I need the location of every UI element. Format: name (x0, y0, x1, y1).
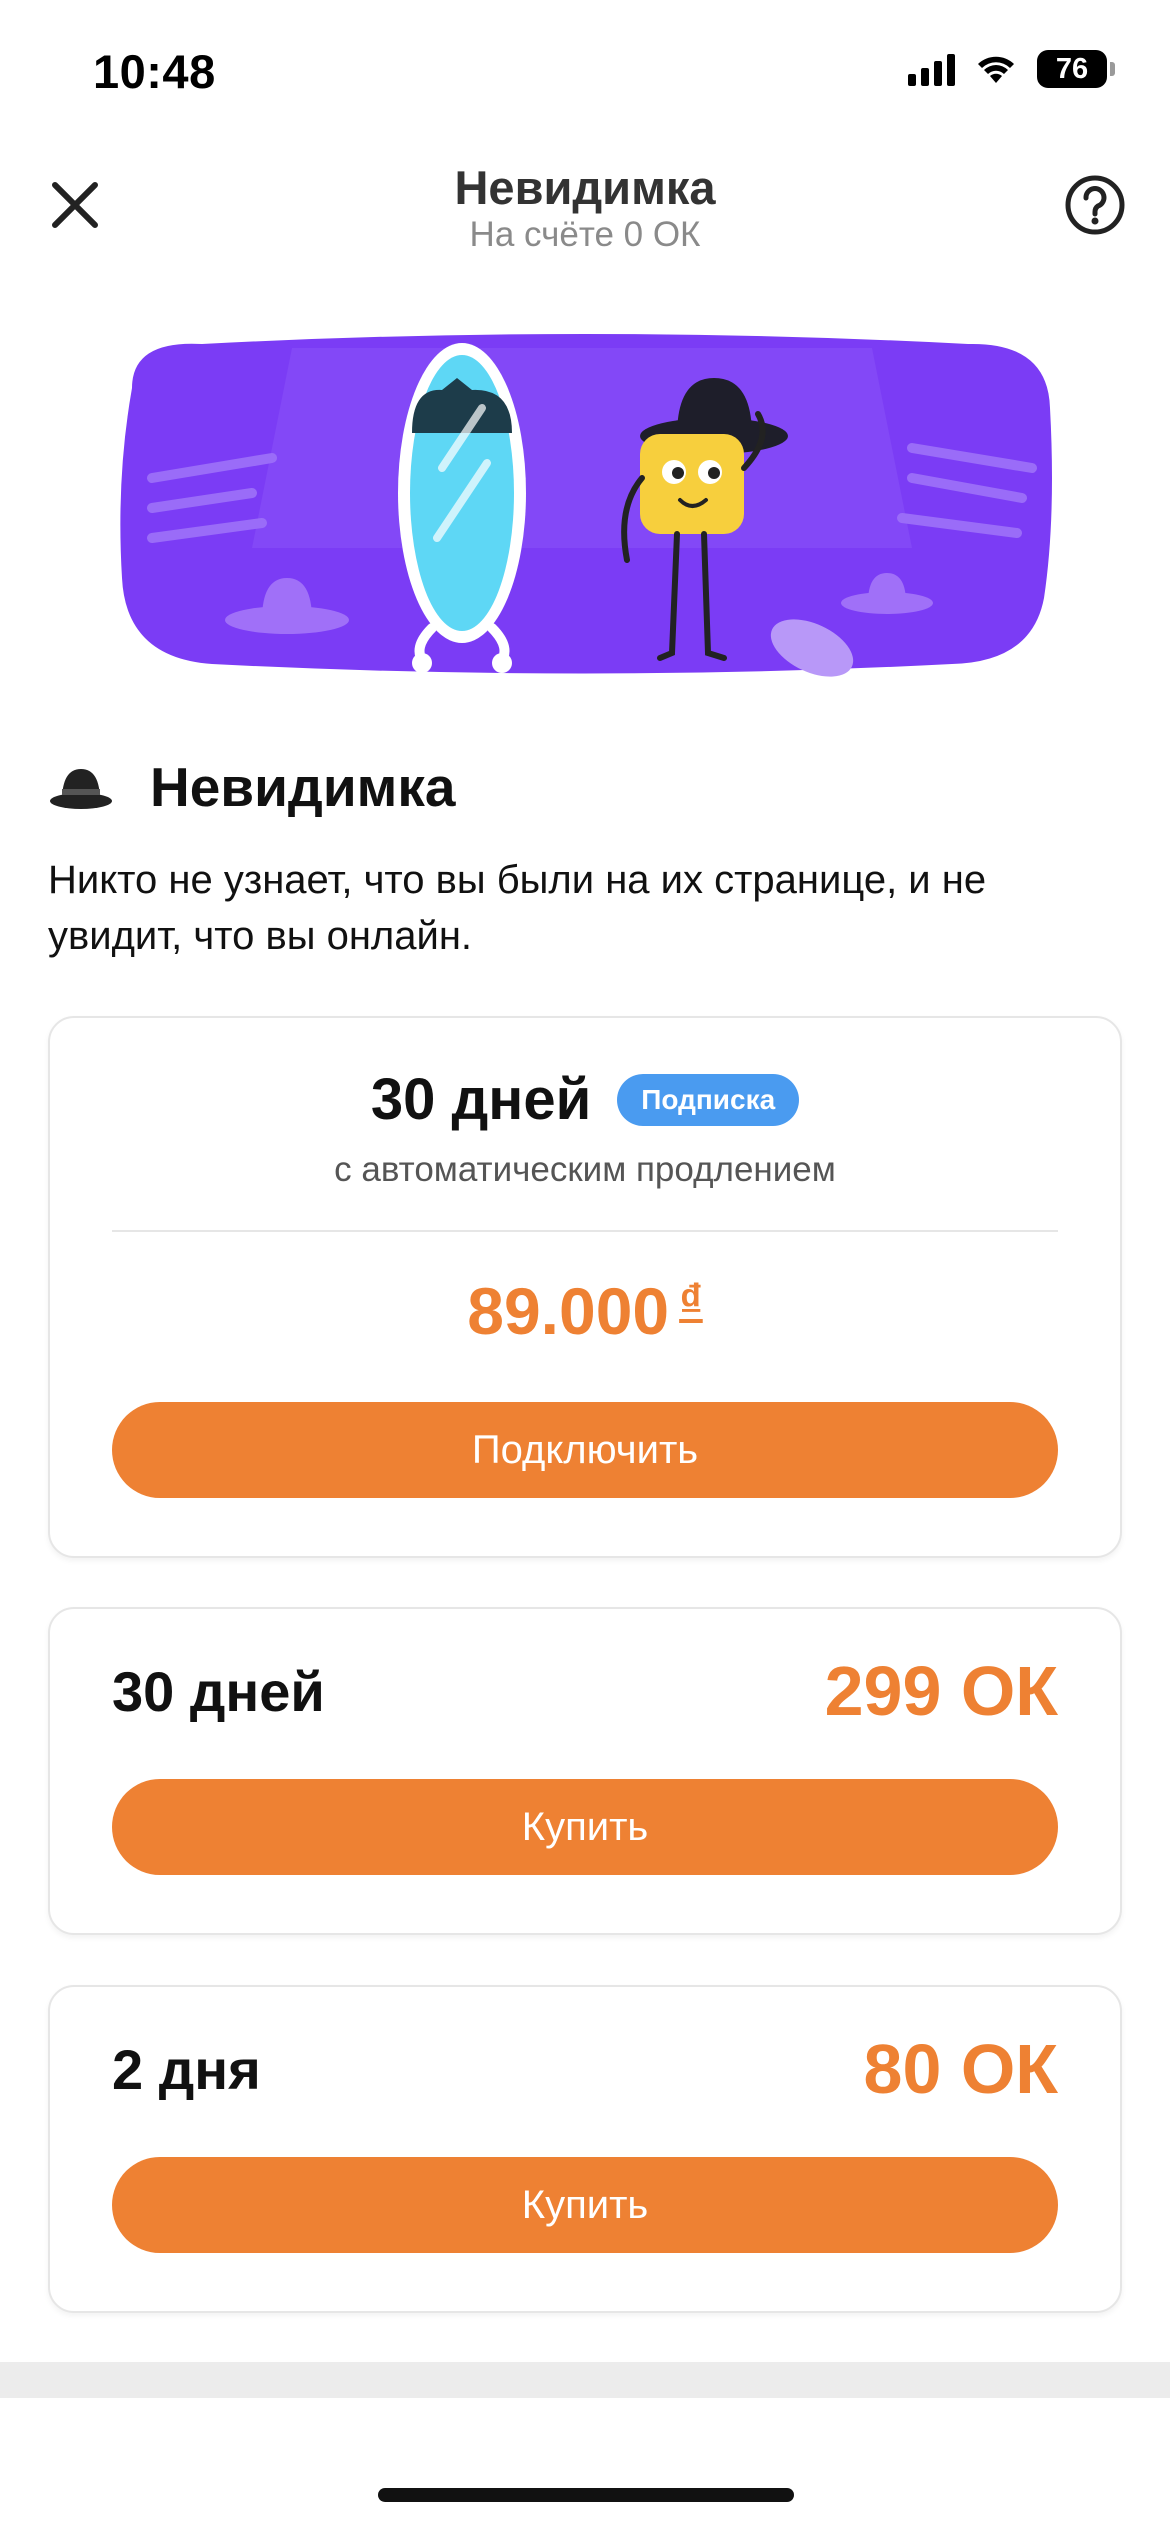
invisible-mode-illustration (120, 334, 1052, 677)
home-indicator[interactable] (378, 2488, 794, 2502)
option-period: 2 дня (112, 2037, 261, 2101)
help-button[interactable] (1060, 170, 1130, 240)
subscription-price: 89.000 ₫ (50, 1273, 1120, 1349)
battery-icon: 76 (1037, 50, 1115, 88)
divider (112, 1230, 1058, 1232)
battery-level: 76 (1055, 52, 1089, 85)
option-price: 299 ОК (824, 1652, 1058, 1730)
option-card: 30 дней 299 ОК Купить (48, 1607, 1122, 1935)
subscribe-button[interactable]: Подключить (112, 1402, 1058, 1498)
cellular-signal-icon (908, 52, 955, 86)
currency-symbol: ₫ (679, 1274, 703, 1326)
feature-description: Никто не узнает, что вы были на их стран… (48, 858, 987, 958)
header: Невидимка На счёте 0 ОК (0, 150, 1170, 270)
bottom-separator (0, 2362, 1170, 2398)
subscription-period: 30 дней (370, 1067, 592, 1132)
section-title: Невидимка (48, 755, 455, 819)
subscription-header: 30 дней Подписка (50, 1066, 1120, 1133)
option-price: 80 ОК (863, 2030, 1058, 2108)
buy-button-30-days[interactable]: Купить (112, 1779, 1058, 1875)
status-bar: 10:48 76 (0, 0, 1170, 150)
auto-renewal-note: с автоматическим продлением (334, 1150, 836, 1189)
buy-button-2-days[interactable]: Купить (112, 2157, 1058, 2253)
option-row: 2 дня 80 ОК (112, 2029, 1058, 2109)
subscription-price-value: 89.000 (467, 1274, 670, 1348)
option-row: 30 дней 299 ОК (112, 1651, 1058, 1731)
subscription-badge: Подписка (617, 1073, 800, 1126)
page-title: Невидимка (454, 161, 716, 214)
help-icon (1065, 175, 1125, 235)
status-icons: 76 (908, 50, 1115, 88)
option-period: 30 дней (112, 1659, 325, 1723)
section-title-text: Невидимка (150, 756, 456, 818)
option-card: 2 дня 80 ОК Купить (48, 1985, 1122, 2313)
hat-icon (50, 769, 112, 809)
wifi-icon (978, 56, 1014, 83)
balance-subtitle: На счёте 0 ОК (469, 215, 701, 254)
subscription-card: 30 дней Подписка с автоматическим продле… (48, 1016, 1122, 1558)
status-time: 10:48 (93, 45, 216, 98)
